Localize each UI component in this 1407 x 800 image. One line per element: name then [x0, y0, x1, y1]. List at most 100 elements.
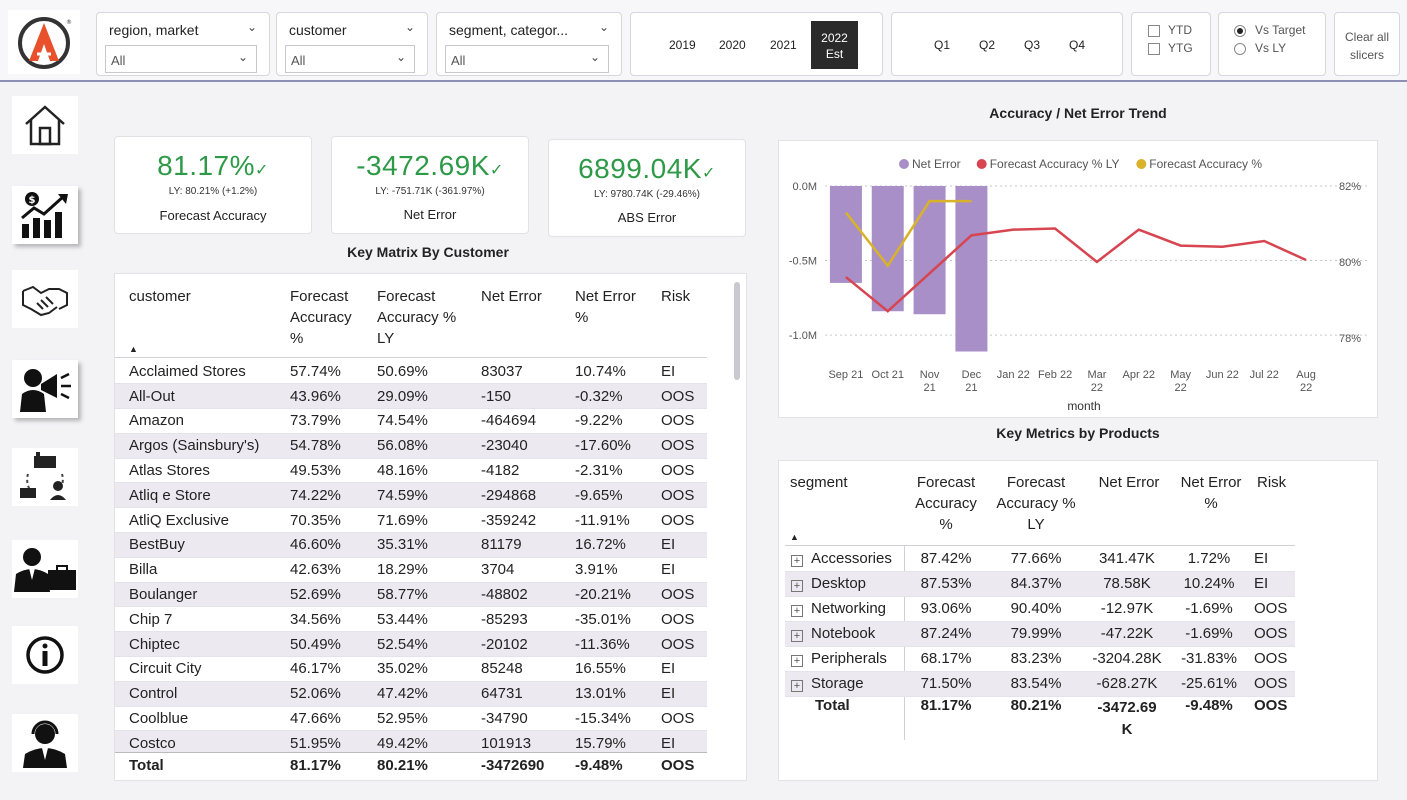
product-total-net-error: -3472.69 K — [1084, 697, 1170, 741]
forecast-accuracy-ly-cell: 77.66% — [988, 546, 1084, 572]
table-row[interactable]: AtliQ Exclusive 70.35% 71.69% -359242 -11.91… — [115, 507, 707, 534]
table-row[interactable]: + Desktop 87.53% 84.37% 78.58K 10.24% EI — [785, 571, 1295, 597]
chevron-down-icon[interactable]: ⌄ — [599, 20, 609, 34]
customer-slicer[interactable]: customer ⌄ All ⌄ — [276, 12, 428, 76]
expand-plus-icon[interactable]: + — [791, 580, 803, 592]
customer-cell: Acclaimed Stores — [115, 359, 276, 385]
chevron-down-icon[interactable]: ⌄ — [405, 20, 415, 34]
quarter-q4[interactable]: Q4 — [1069, 38, 1085, 52]
product-total-net-error-value: -3472.69 — [1097, 699, 1157, 716]
col-header-risk[interactable]: Risk — [661, 286, 690, 307]
nav-finance-button[interactable]: $ — [12, 186, 78, 244]
col-header-forecast-accuracy[interactable]: Forecast Accuracy % — [906, 472, 986, 535]
net-error-bar — [913, 186, 946, 315]
sort-ascending-icon[interactable]: ▲ — [790, 532, 799, 542]
clear-slicers-button[interactable]: Clear all slicers — [1334, 12, 1400, 76]
legend-marker — [976, 159, 987, 169]
table-row[interactable]: Boulanger 52.69% 58.77% -48802 -20.21% OOS — [115, 582, 707, 608]
year-2021[interactable]: 2021 — [770, 38, 797, 52]
customer-cell: Circuit City — [115, 656, 276, 682]
ytd-checkbox[interactable] — [1148, 25, 1160, 37]
forecast-accuracy-ly-cell: 83.54% — [988, 671, 1084, 697]
segment-cell: + Networking — [785, 596, 904, 622]
segment-slicer[interactable]: segment, categor... ⌄ All ⌄ — [436, 12, 622, 76]
col-header-forecast-accuracy-ly[interactable]: Forecast Accuracy % LY — [991, 472, 1081, 535]
growth-chart-icon: $ — [21, 192, 68, 238]
legend-label: Forecast Accuracy % LY — [990, 157, 1120, 171]
col-header-segment[interactable]: segment — [790, 472, 848, 493]
check-icon: ✓ — [255, 162, 269, 179]
customer-dropdown[interactable]: All ⌄ — [285, 45, 415, 73]
col-header-forecast-accuracy-ly[interactable]: Forecast Accuracy % LY — [377, 286, 456, 349]
forecast-accuracy-ly-cell: 35.02% — [363, 656, 467, 682]
region-dropdown-value: All — [111, 53, 126, 68]
table-row[interactable]: + Notebook 87.24% 79.99% -47.22K -1.69% OOS — [785, 621, 1295, 647]
segment-cell: + Storage — [785, 671, 904, 697]
risk-cell: OOS — [647, 582, 707, 608]
quarter-q3[interactable]: Q3 — [1024, 38, 1040, 52]
net-error-cell: 3704 — [467, 557, 561, 583]
customer-cell: Atliq e Store — [115, 482, 276, 509]
nav-marketing-button[interactable] — [12, 360, 78, 418]
table-row[interactable]: + Accessories 87.42% 77.66% 341.47K 1.72% EI — [785, 546, 1295, 572]
table-row[interactable]: Atliq e Store 74.22% 74.59% -294868 -9.65% OO… — [115, 482, 707, 509]
table-row[interactable]: All-Out 43.96% 29.09% -150 -0.32% OOS — [115, 383, 707, 410]
expand-plus-icon[interactable]: + — [791, 554, 803, 567]
table-row[interactable]: Argos (Sainsbury's) 54.78% 56.08% -23040 -17… — [115, 433, 707, 459]
expand-plus-icon[interactable]: + — [791, 680, 803, 692]
expand-plus-icon[interactable]: + — [791, 655, 803, 667]
net-error-pct-cell: 16.55% — [561, 656, 647, 682]
risk-cell: OOS — [647, 606, 707, 633]
nav-info-button[interactable] — [12, 626, 78, 684]
net-error-pct-cell: -11.36% — [561, 631, 647, 658]
col-header-risk[interactable]: Risk — [1257, 472, 1286, 493]
table-row[interactable]: Atlas Stores 49.53% 48.16% -4182 -2.31% OOS — [115, 458, 707, 484]
nav-sales-button[interactable] — [12, 270, 78, 328]
col-header-customer[interactable]: customer — [129, 286, 191, 307]
table-row[interactable]: Coolblue 47.66% 52.95% -34790 -15.34% OOS — [115, 706, 707, 732]
expand-plus-icon[interactable]: + — [791, 605, 803, 617]
table-row[interactable]: Amazon 73.79% 74.54% -464694 -9.22% OOS — [115, 408, 707, 434]
table-row[interactable]: + Peripherals 68.17% 83.23% -3204.28K -31.83%… — [785, 646, 1295, 672]
col-header-net-error[interactable]: Net Error — [481, 286, 542, 307]
forecast-accuracy-ly-cell: 83.23% — [988, 646, 1084, 672]
table-row[interactable]: Chip 7 34.56% 53.44% -85293 -35.01% OOS — [115, 606, 707, 633]
year-2020[interactable]: 2020 — [719, 38, 746, 52]
region-slicer[interactable]: region, market ⌄ All ⌄ — [96, 12, 270, 76]
table-row[interactable]: Chiptec 50.49% 52.54% -20102 -11.36% OOS — [115, 631, 707, 658]
col-header-net-error-pct[interactable]: Net Error % — [1175, 472, 1247, 514]
col-header-net-error[interactable]: Net Error — [1087, 472, 1171, 493]
ytg-checkbox[interactable] — [1148, 43, 1160, 55]
table-row[interactable]: Control 52.06% 47.42% 64731 13.01% EI — [115, 681, 707, 707]
quarter-q2[interactable]: Q2 — [979, 38, 995, 52]
vs-target-radio[interactable] — [1234, 25, 1246, 37]
year-2022-est[interactable]: 2022 Est — [811, 21, 858, 69]
forecast-accuracy-ly-cell: 74.54% — [363, 408, 467, 434]
header-line: Net Error — [575, 288, 636, 305]
col-header-forecast-accuracy[interactable]: Forecast Accuracy % — [290, 286, 352, 349]
x-tick-label: 22 — [1174, 382, 1186, 394]
quarter-q1[interactable]: Q1 — [934, 38, 950, 52]
table-row[interactable]: BestBuy 46.60% 35.31% 81179 16.72% EI — [115, 532, 707, 558]
nav-executive-button[interactable] — [12, 540, 78, 598]
vs-ly-radio[interactable] — [1234, 43, 1246, 55]
region-dropdown[interactable]: All ⌄ — [105, 45, 257, 73]
year-2019[interactable]: 2019 — [669, 38, 696, 52]
nav-supply-chain-button[interactable] — [12, 448, 78, 506]
chevron-down-icon[interactable]: ⌄ — [247, 20, 257, 34]
nav-home-button[interactable] — [12, 96, 78, 154]
expand-plus-icon[interactable]: + — [791, 630, 803, 642]
table-row[interactable]: Billa 42.63% 18.29% 3704 3.91% EI — [115, 557, 707, 583]
net-error-pct-cell: -9.65% — [561, 482, 647, 509]
risk-cell: OOS — [647, 706, 707, 732]
table-row[interactable]: + Networking 93.06% 90.40% -12.97K -1.69% OOS — [785, 596, 1295, 622]
sort-ascending-icon[interactable]: ▲ — [129, 344, 138, 354]
table-row[interactable]: Circuit City 46.17% 35.02% 85248 16.55% EI — [115, 656, 707, 682]
vertical-scrollbar[interactable] — [734, 282, 740, 380]
table-row[interactable]: + Storage 71.50% 83.54% -628.27K -25.61% OOS — [785, 671, 1295, 697]
col-header-net-error-pct[interactable]: Net Error % — [575, 286, 636, 328]
customer-cell: BestBuy — [115, 532, 276, 558]
segment-dropdown[interactable]: All ⌄ — [445, 45, 609, 73]
nav-support-button[interactable] — [12, 714, 78, 772]
table-row[interactable]: Acclaimed Stores 57.74% 50.69% 83037 10.74% E… — [115, 359, 707, 385]
